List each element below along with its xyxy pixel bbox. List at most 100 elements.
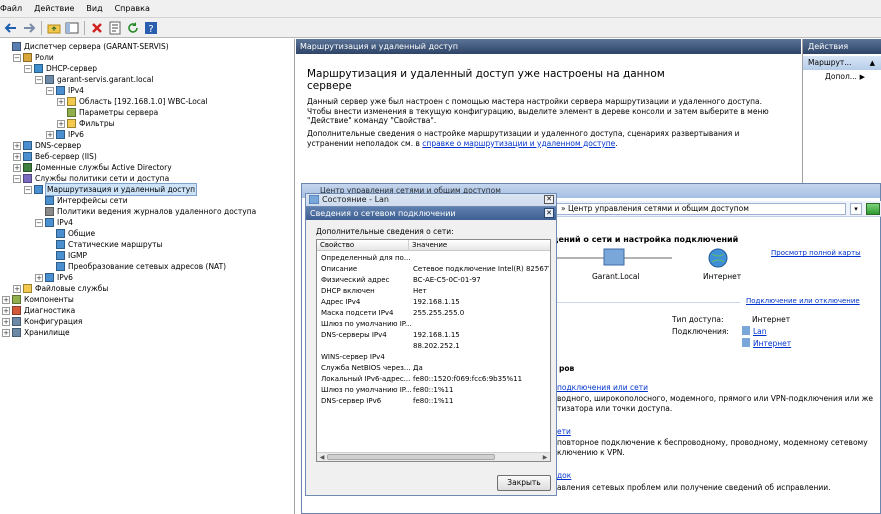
details-row[interactable]: Физический адрес BC-AE-C5-0C-01-97 — [317, 275, 550, 286]
tree-node[interactable]: + IPv6 — [46, 129, 84, 140]
tree-node[interactable]: Параметры сервера — [57, 107, 158, 118]
status-close-icon[interactable]: ✕ — [544, 195, 554, 204]
expand-icon[interactable]: + — [35, 273, 43, 282]
actions-more-item[interactable]: Допол... ▶ — [803, 70, 881, 84]
details-close-icon[interactable]: ✕ — [544, 208, 554, 218]
details-row[interactable]: DHCP включен Нет — [317, 286, 550, 297]
tree-node[interactable]: − Маршрутизация и удаленный доступ — [24, 183, 198, 196]
map-node-internet: Интернет — [703, 272, 742, 281]
expand-icon[interactable]: + — [13, 152, 21, 161]
details-row[interactable]: Маска подсети IPv4 255.255.255.0 — [317, 308, 550, 319]
menu-file[interactable]: Файл — [0, 0, 28, 18]
details-row[interactable]: WINS-сервер IPv4 — [317, 352, 550, 363]
collapse-icon[interactable]: − — [35, 218, 43, 227]
tree-node[interactable]: + Фильтры — [57, 118, 115, 129]
collapse-icon[interactable]: − — [24, 64, 32, 73]
task-troubleshoot-link[interactable]: док — [557, 471, 571, 481]
menu-help[interactable]: Справка — [109, 0, 156, 18]
tree-node[interactable]: Политики ведения журналов удаленного дос… — [35, 206, 256, 217]
address-dropdown-icon[interactable]: ▾ — [850, 203, 862, 215]
column-header-property[interactable]: Свойство — [317, 240, 409, 251]
details-row[interactable]: Адрес IPv4 192.168.1.15 — [317, 297, 550, 308]
tree-node[interactable]: + IPv6 — [35, 272, 73, 283]
menu-action[interactable]: Действие — [28, 0, 80, 18]
tree-node[interactable]: + Конфигурация — [2, 316, 82, 327]
expand-icon[interactable]: + — [2, 295, 10, 304]
expand-icon[interactable]: + — [57, 97, 65, 106]
tree-node[interactable]: Диспетчер сервера (GARANT-SERVIS) — [2, 41, 169, 52]
connection-details-dialog: Сведения о сетевом подключении ✕ Дополни… — [305, 206, 557, 496]
tree-node[interactable]: Преобразование сетевых адресов (NAT) — [46, 261, 226, 272]
tree-node[interactable]: − Службы политики сети и доступа — [13, 173, 169, 184]
collapse-icon[interactable]: − — [13, 53, 21, 62]
connect-disconnect-link[interactable]: Подключение или отключение — [746, 296, 860, 306]
collapse-icon[interactable]: − — [35, 75, 43, 84]
tree-node[interactable]: + Диагностика — [2, 305, 75, 316]
expand-icon[interactable]: + — [46, 130, 54, 139]
tree-node[interactable]: − IPv4 — [35, 217, 73, 228]
column-header-value[interactable]: Значение — [409, 240, 550, 251]
details-row[interactable]: 88.202.252.1 — [317, 341, 550, 352]
internet-connection-link[interactable]: Интернет — [753, 339, 791, 349]
routing-help-link[interactable]: справке о маршрутизации и удаленном дост… — [422, 139, 615, 148]
full-map-link[interactable]: Просмотр полной карты — [771, 248, 861, 258]
collapse-arrow-icon[interactable]: ▲ — [870, 56, 875, 70]
tree-node[interactable]: + Файловые службы — [13, 283, 108, 294]
tree-node[interactable]: + DNS-сервер — [13, 140, 81, 151]
lan-connection-link[interactable]: Lan — [753, 327, 767, 337]
tree-node[interactable]: − IPv4 — [46, 85, 84, 96]
details-row[interactable]: Локальный IPv6-адрес... fe80::1520:f069:f… — [317, 374, 550, 385]
properties-icon[interactable] — [107, 20, 123, 36]
actions-routing-section[interactable]: Маршрут... ▲ — [803, 56, 881, 70]
show-hide-tree-icon[interactable] — [64, 20, 80, 36]
details-list[interactable]: Свойство Значение ◀ ▶ Определенный для п… — [316, 239, 551, 462]
scroll-right-icon[interactable]: ▶ — [541, 454, 549, 461]
details-row[interactable]: Описание Сетевое подключение Intel(R) 825… — [317, 264, 550, 275]
menu-view[interactable]: Вид — [80, 0, 108, 18]
internet-globe-icon — [708, 248, 728, 268]
horizontal-scrollbar[interactable]: ◀ ▶ — [317, 452, 550, 461]
back-arrow-icon[interactable] — [3, 20, 19, 36]
details-row[interactable]: Определенный для по... — [317, 253, 550, 264]
details-row[interactable]: Служба NetBIOS через... Да — [317, 363, 550, 374]
expand-icon[interactable]: + — [2, 328, 10, 337]
details-row[interactable]: DNS-серверы IPv4 192.168.1.15 — [317, 330, 550, 341]
expand-icon[interactable]: + — [2, 317, 10, 326]
tree-node[interactable]: Общие — [46, 228, 95, 239]
task-connect-network-link[interactable]: ети — [557, 427, 571, 437]
expand-icon[interactable]: + — [2, 306, 10, 315]
help-icon[interactable]: ? — [143, 20, 159, 36]
tree-node[interactable]: IGMP — [46, 250, 87, 261]
tree-node[interactable]: + Веб-сервер (IIS) — [13, 151, 97, 162]
close-button[interactable]: Закрыть — [497, 475, 551, 491]
delete-icon[interactable] — [89, 20, 105, 36]
tree-node[interactable]: − garant-servis.garant.local — [35, 74, 153, 85]
ipv6-icon — [45, 273, 54, 282]
scroll-thumb[interactable] — [327, 454, 495, 460]
tree-node[interactable]: Статические маршруты — [46, 239, 162, 250]
go-arrow-icon[interactable] — [866, 203, 880, 215]
task-setup-connection-link[interactable]: подключения или сети — [557, 383, 648, 393]
scroll-left-icon[interactable]: ◀ — [318, 454, 326, 461]
collapse-icon[interactable]: − — [46, 86, 54, 95]
folder-up-icon[interactable] — [46, 20, 62, 36]
tree-node[interactable]: + Хранилище — [2, 327, 70, 338]
collapse-icon[interactable]: − — [13, 174, 21, 183]
address-field[interactable]: » Центр управления сетями и общим доступ… — [556, 203, 846, 215]
expand-icon[interactable]: + — [13, 141, 21, 150]
tree-node[interactable]: + Область [192.168.1.0] WBC-Local — [57, 96, 208, 107]
tree-node[interactable]: Интерфейсы сети — [35, 195, 128, 206]
details-row[interactable]: DNS-сервер IPv6 fe80::1%11 — [317, 396, 550, 407]
refresh-icon[interactable] — [125, 20, 141, 36]
collapse-icon[interactable]: − — [24, 185, 32, 194]
expand-icon[interactable]: + — [13, 284, 21, 293]
tree-node[interactable]: + Компоненты — [2, 294, 74, 305]
details-row[interactable]: Шлюз по умолчанию IP... — [317, 319, 550, 330]
details-row[interactable]: Шлюз по умолчанию IP... fe80::1%11 — [317, 385, 550, 396]
tree-node[interactable]: − Роли — [13, 52, 54, 63]
forward-arrow-icon[interactable] — [21, 20, 37, 36]
expand-icon[interactable]: + — [13, 163, 21, 172]
tree-node[interactable]: − DHCP-сервер — [24, 63, 97, 74]
tree-node[interactable]: + Доменные службы Active Directory — [13, 162, 172, 173]
expand-icon[interactable]: + — [57, 119, 65, 128]
